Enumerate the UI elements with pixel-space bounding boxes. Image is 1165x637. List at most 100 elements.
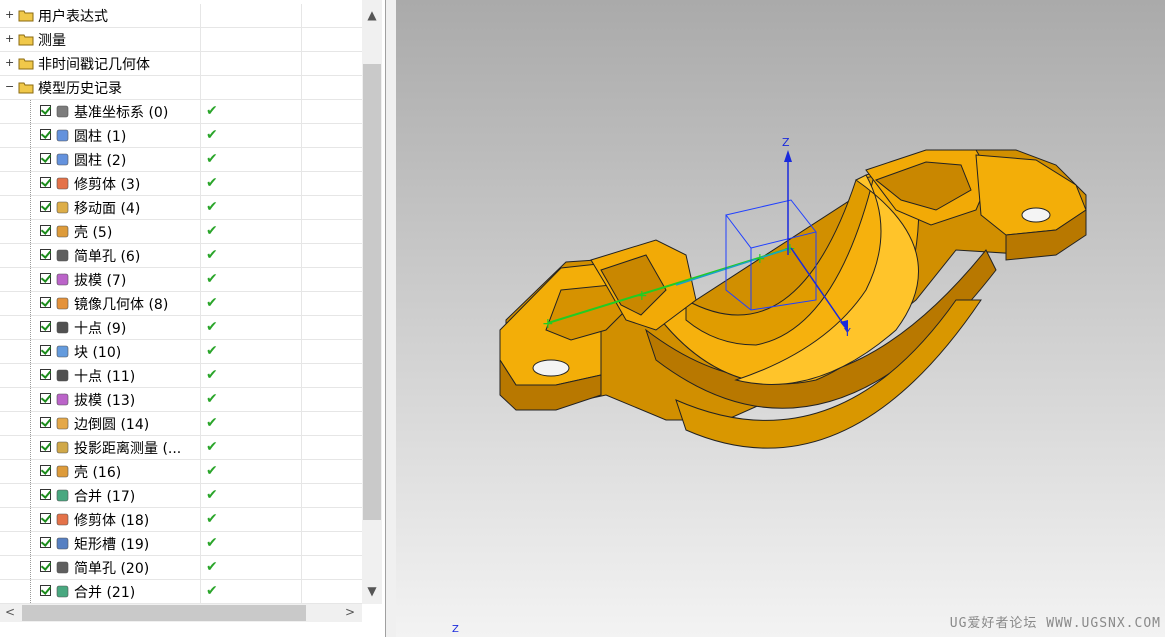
scroll-right-icon[interactable]: > bbox=[340, 605, 360, 619]
visibility-checkbox[interactable] bbox=[40, 129, 51, 140]
expander-icon[interactable]: + bbox=[5, 57, 14, 68]
visibility-checkbox[interactable] bbox=[40, 249, 51, 260]
feature-row[interactable]: 圆柱 (2) ✔ bbox=[0, 148, 362, 172]
tree-node[interactable]: + 用户表达式 bbox=[0, 4, 362, 28]
vertical-scroll-thumb[interactable] bbox=[363, 64, 381, 520]
tree-cell bbox=[301, 364, 363, 387]
tree-connector bbox=[30, 124, 32, 147]
feature-row[interactable]: 移动面 (4) ✔ bbox=[0, 196, 362, 220]
feature-row[interactable]: 修剪体 (18) ✔ bbox=[0, 508, 362, 532]
cylinder-icon bbox=[56, 153, 69, 166]
tree-cell bbox=[301, 172, 363, 195]
tree-node[interactable]: + 测量 bbox=[0, 28, 362, 52]
feature-row[interactable]: 块 (10) ✔ bbox=[0, 340, 362, 364]
svg-text:+: + bbox=[542, 316, 554, 332]
expander-icon[interactable]: + bbox=[5, 33, 14, 44]
tree-connector bbox=[30, 508, 32, 531]
visibility-checkbox[interactable] bbox=[40, 417, 51, 428]
visibility-checkbox[interactable] bbox=[40, 177, 51, 188]
scroll-left-icon[interactable]: < bbox=[0, 605, 20, 619]
tree-cell bbox=[301, 196, 363, 219]
visibility-checkbox[interactable] bbox=[40, 345, 51, 356]
move-face-icon bbox=[56, 201, 69, 214]
feature-row[interactable]: 十点 (11) ✔ bbox=[0, 364, 362, 388]
tree-cell bbox=[301, 412, 363, 435]
tree-cell bbox=[301, 508, 363, 531]
graphics-viewport[interactable]: + + + + Z Y Z UG爱好者论坛 WWW.UGSNX.COM bbox=[396, 0, 1165, 637]
visibility-checkbox[interactable] bbox=[40, 537, 51, 548]
visibility-checkbox[interactable] bbox=[40, 273, 51, 284]
feature-row[interactable]: 边倒圆 (14) ✔ bbox=[0, 412, 362, 436]
up-to-date-check-icon: ✔ bbox=[206, 103, 218, 119]
feature-row[interactable]: 矩形槽 (19) ✔ bbox=[0, 532, 362, 556]
feature-row[interactable]: 拔模 (7) ✔ bbox=[0, 268, 362, 292]
tree-connector bbox=[30, 196, 32, 219]
feature-row[interactable]: 镜像几何体 (8) ✔ bbox=[0, 292, 362, 316]
feature-row[interactable]: 十点 (9) ✔ bbox=[0, 316, 362, 340]
tree-cell bbox=[200, 28, 301, 51]
tree-node-label: 用户表达式 bbox=[38, 9, 108, 25]
bearing-cap-part[interactable] bbox=[499, 149, 1087, 449]
feature-row[interactable]: 合并 (17) ✔ bbox=[0, 484, 362, 508]
horizontal-scroll-thumb[interactable] bbox=[22, 605, 306, 621]
visibility-checkbox[interactable] bbox=[40, 513, 51, 524]
tree-cell bbox=[200, 4, 301, 27]
feature-row[interactable]: 圆柱 (1) ✔ bbox=[0, 124, 362, 148]
feature-label: 十点 (9) bbox=[74, 321, 127, 337]
feature-row[interactable]: 壳 (5) ✔ bbox=[0, 220, 362, 244]
tree-connector bbox=[30, 388, 32, 411]
horizontal-scrollbar[interactable]: < > bbox=[0, 604, 362, 622]
scroll-down-icon[interactable]: ▼ bbox=[362, 584, 382, 598]
feature-row[interactable]: 基准坐标系 (0) ✔ bbox=[0, 100, 362, 124]
visibility-checkbox[interactable] bbox=[40, 441, 51, 452]
feature-row[interactable]: 拔模 (13) ✔ bbox=[0, 388, 362, 412]
draft-icon bbox=[56, 273, 69, 286]
feature-label: 移动面 (4) bbox=[74, 201, 141, 217]
tree-cell bbox=[301, 532, 363, 555]
vertical-scrollbar[interactable]: ▲ ▼ bbox=[362, 0, 382, 604]
up-to-date-check-icon: ✔ bbox=[206, 199, 218, 215]
splitter[interactable] bbox=[386, 0, 396, 637]
feature-row[interactable]: 修剪体 (3) ✔ bbox=[0, 172, 362, 196]
tree-connector bbox=[30, 340, 32, 363]
visibility-checkbox[interactable] bbox=[40, 369, 51, 380]
tree-connector bbox=[30, 268, 32, 291]
feature-row[interactable]: 合并 (21) ✔ bbox=[0, 580, 362, 604]
svg-text:+: + bbox=[784, 241, 796, 257]
visibility-checkbox[interactable] bbox=[40, 225, 51, 236]
visibility-checkbox[interactable] bbox=[40, 561, 51, 572]
block-icon bbox=[56, 345, 69, 358]
tree-cell bbox=[301, 76, 363, 99]
tree-node[interactable]: − 模型历史记录 bbox=[0, 76, 362, 100]
visibility-checkbox[interactable] bbox=[40, 489, 51, 500]
expander-icon[interactable]: + bbox=[5, 9, 14, 20]
visibility-checkbox[interactable] bbox=[40, 153, 51, 164]
feature-row[interactable]: 壳 (16) ✔ bbox=[0, 460, 362, 484]
scroll-up-icon[interactable]: ▲ bbox=[362, 8, 382, 22]
visibility-checkbox[interactable] bbox=[40, 585, 51, 596]
mirror-geometry-icon bbox=[56, 297, 69, 310]
visibility-checkbox[interactable] bbox=[40, 321, 51, 332]
tree-connector bbox=[30, 244, 32, 267]
point-icon bbox=[56, 321, 69, 334]
feature-label: 简单孔 (6) bbox=[74, 249, 141, 265]
expander-icon[interactable]: − bbox=[5, 81, 14, 92]
feature-row[interactable]: 简单孔 (6) ✔ bbox=[0, 244, 362, 268]
visibility-checkbox[interactable] bbox=[40, 105, 51, 116]
measure-distance-icon bbox=[56, 441, 69, 454]
visibility-checkbox[interactable] bbox=[40, 465, 51, 476]
tree-cell bbox=[200, 76, 301, 99]
feature-label: 十点 (11) bbox=[74, 369, 136, 385]
tree-cell bbox=[301, 460, 363, 483]
feature-row[interactable]: 简单孔 (20) ✔ bbox=[0, 556, 362, 580]
up-to-date-check-icon: ✔ bbox=[206, 175, 218, 191]
feature-row[interactable]: 投影距离测量 (... ✔ bbox=[0, 436, 362, 460]
visibility-checkbox[interactable] bbox=[40, 393, 51, 404]
visibility-checkbox[interactable] bbox=[40, 201, 51, 212]
tree-node[interactable]: + 非时间戳记几何体 bbox=[0, 52, 362, 76]
tree-cell bbox=[301, 4, 363, 27]
tree-cell bbox=[301, 148, 363, 171]
tree-cell bbox=[200, 52, 301, 75]
up-to-date-check-icon: ✔ bbox=[206, 439, 218, 455]
visibility-checkbox[interactable] bbox=[40, 297, 51, 308]
